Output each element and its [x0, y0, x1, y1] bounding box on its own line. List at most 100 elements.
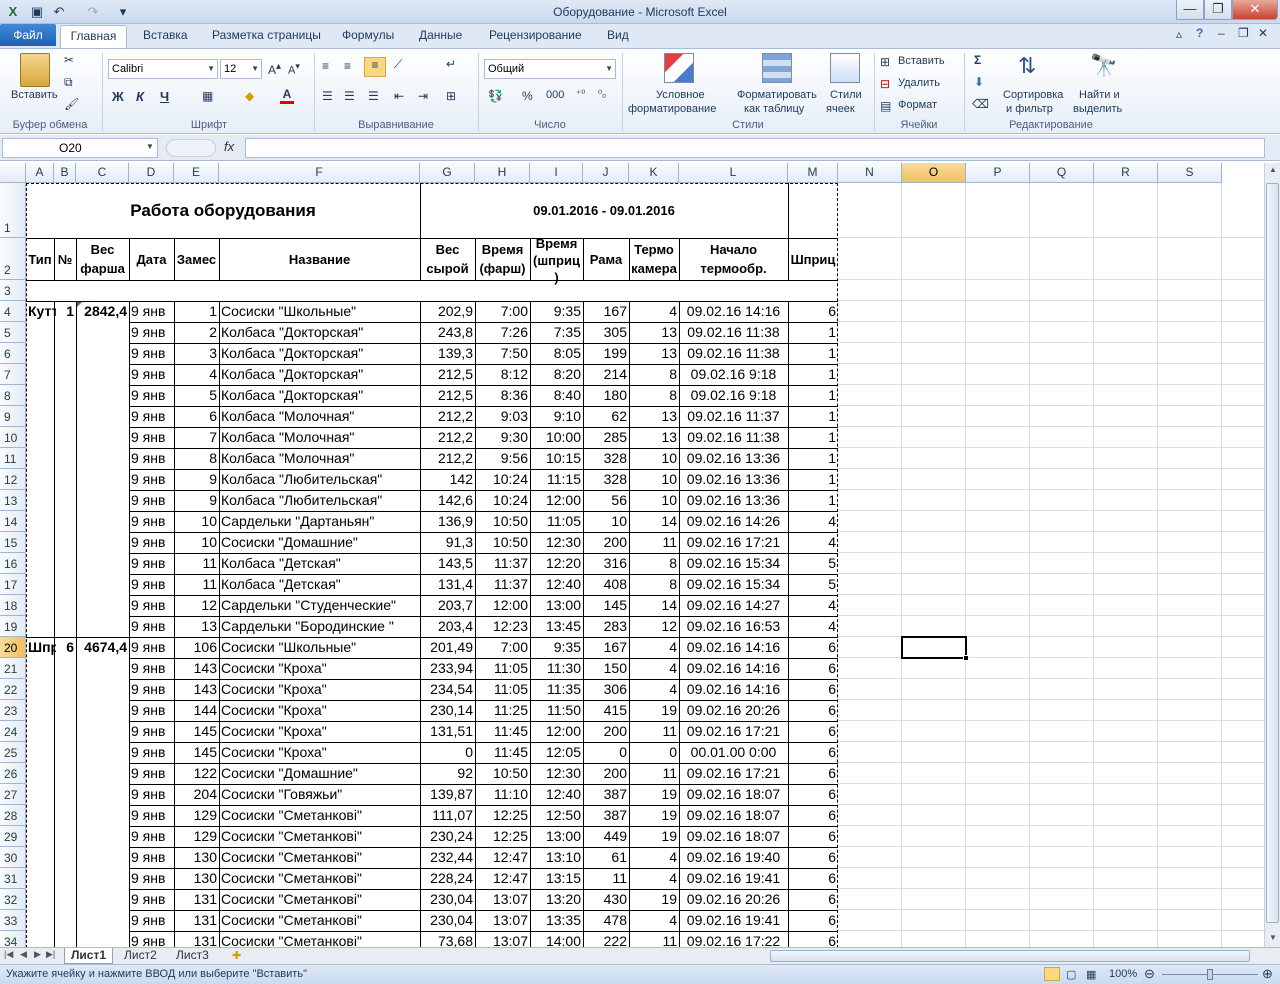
table-cell[interactable]: 13 — [629, 322, 679, 343]
table-cell[interactable]: 204 — [174, 784, 219, 805]
table-cell[interactable]: 6 — [788, 910, 838, 931]
row-header-29[interactable]: 29 — [0, 826, 26, 847]
table-cell[interactable]: 13:07 — [475, 889, 530, 910]
table-cell[interactable]: 131 — [174, 889, 219, 910]
format-as-table-icon[interactable] — [762, 53, 792, 83]
table-cell[interactable]: 7:35 — [530, 322, 583, 343]
table-cell[interactable]: 12:30 — [530, 763, 583, 784]
table-cell[interactable]: 143 — [174, 679, 219, 700]
column-header-M[interactable]: M — [788, 163, 838, 183]
table-cell[interactable]: 5 — [788, 574, 838, 595]
table-cell[interactable]: 11:37 — [475, 574, 530, 595]
table-cell[interactable]: 09.02.16 14:16 — [679, 637, 788, 658]
table-cell[interactable]: 12:05 — [530, 742, 583, 763]
table-cell[interactable]: 131,51 — [420, 721, 475, 742]
table-cell[interactable]: 4 — [788, 595, 838, 616]
table-cell[interactable]: 13:35 — [530, 910, 583, 931]
table-cell[interactable]: 10 — [629, 490, 679, 511]
insert-sheet-icon[interactable]: ✚ — [232, 949, 241, 962]
table-cell[interactable]: 13:00 — [530, 595, 583, 616]
table-cell[interactable]: 12:30 — [530, 532, 583, 553]
table-cell[interactable]: 180 — [583, 385, 629, 406]
row-header-5[interactable]: 5 — [0, 322, 26, 343]
column-header-I[interactable]: I — [530, 163, 583, 183]
column-header-D[interactable]: D — [129, 163, 174, 183]
table-cell[interactable]: 9 янв — [129, 910, 174, 931]
table-cell[interactable]: 13:45 — [530, 616, 583, 637]
number-format-select[interactable]: Общий ▼ — [484, 59, 616, 79]
table-cell[interactable]: 12:00 — [530, 490, 583, 511]
column-header-G[interactable]: G — [420, 163, 475, 183]
table-cell[interactable]: 6 — [788, 784, 838, 805]
table-cell[interactable]: 9 янв — [129, 574, 174, 595]
table-cell[interactable]: 00.01.00 0:00 — [679, 742, 788, 763]
table-cell[interactable]: 9 янв — [129, 448, 174, 469]
bold-button[interactable]: Ж — [112, 89, 124, 104]
table-cell[interactable]: 6 — [788, 658, 838, 679]
table-cell[interactable]: 12 — [174, 595, 219, 616]
table-cell[interactable]: 12:50 — [530, 805, 583, 826]
table-cell[interactable]: 09.02.16 13:36 — [679, 448, 788, 469]
column-header-S[interactable]: S — [1158, 163, 1222, 183]
table-cell[interactable]: 9 янв — [129, 553, 174, 574]
table-cell[interactable]: Сосиски "Кроха" — [219, 679, 420, 700]
fill-icon[interactable]: ⬇ — [974, 75, 984, 89]
table-cell[interactable]: Колбаса "Молочная" — [219, 427, 420, 448]
table-cell[interactable]: Сардельки "Студенческие" — [219, 595, 420, 616]
table-cell[interactable]: 4 — [788, 511, 838, 532]
table-cell[interactable]: 12:23 — [475, 616, 530, 637]
table-cell[interactable]: 91,3 — [420, 532, 475, 553]
table-cell[interactable]: 12:40 — [530, 784, 583, 805]
column-header-A[interactable]: A — [26, 163, 54, 183]
table-cell[interactable]: 11 — [629, 532, 679, 553]
table-cell[interactable]: 09.02.16 17:21 — [679, 721, 788, 742]
table-cell[interactable]: 13:07 — [475, 931, 530, 947]
vertical-scrollbar[interactable]: ▲ ▼ — [1264, 163, 1280, 947]
table-cell[interactable]: Сосиски "Сметанкові" — [219, 847, 420, 868]
table-cell[interactable]: 09.02.16 19:41 — [679, 910, 788, 931]
zoom-slider-thumb[interactable] — [1207, 969, 1213, 980]
row-header-11[interactable]: 11 — [0, 448, 26, 469]
table-cell[interactable]: 09.02.16 19:40 — [679, 847, 788, 868]
table-cell[interactable]: 14 — [629, 511, 679, 532]
insert-cells-button[interactable]: Вставить — [898, 55, 945, 67]
table-cell[interactable]: 139,3 — [420, 343, 475, 364]
sheet-tab-1[interactable]: Лист1 — [64, 948, 114, 964]
table-cell[interactable]: 9:10 — [530, 406, 583, 427]
row-header-16[interactable]: 16 — [0, 553, 26, 574]
table-cell[interactable]: 9:35 — [530, 301, 583, 322]
table-cell[interactable]: 0 — [629, 742, 679, 763]
table-cell[interactable]: Сардельки "Дартаньян" — [219, 511, 420, 532]
column-header-O[interactable]: O — [902, 163, 966, 183]
doc-close-icon[interactable]: ✕ — [1258, 26, 1268, 40]
column-header-E[interactable]: E — [174, 163, 219, 183]
table-cell[interactable]: 19 — [629, 700, 679, 721]
table-cell[interactable]: 200 — [583, 532, 629, 553]
table-cell[interactable]: 5 — [174, 385, 219, 406]
row-header-26[interactable]: 26 — [0, 763, 26, 784]
table-cell[interactable]: 129 — [174, 805, 219, 826]
row-header-20[interactable]: 20 — [0, 637, 26, 658]
table-cell[interactable]: Колбаса "Любительская" — [219, 490, 420, 511]
row-header-1[interactable]: 1 — [0, 183, 26, 238]
table-cell[interactable]: 09.02.16 13:36 — [679, 469, 788, 490]
grow-font-icon[interactable]: A▴ — [268, 61, 281, 77]
column-header-L[interactable]: L — [679, 163, 788, 183]
help-icon[interactable]: ? — [1196, 26, 1203, 40]
align-left-icon[interactable]: ☰ — [322, 89, 333, 103]
zoom-level[interactable]: 100% — [1109, 968, 1137, 980]
maximize-button[interactable]: ❐ — [1204, 0, 1232, 20]
table-cell[interactable]: 212,2 — [420, 406, 475, 427]
table-cell[interactable]: 12:00 — [475, 595, 530, 616]
table-cell[interactable]: 11:30 — [530, 658, 583, 679]
table-cell[interactable]: 201,49 — [420, 637, 475, 658]
table-cell[interactable]: 12:40 — [530, 574, 583, 595]
table-cell[interactable]: 11:05 — [475, 658, 530, 679]
find-select-icon[interactable]: 🔭 — [1090, 53, 1117, 79]
row-header-10[interactable]: 10 — [0, 427, 26, 448]
table-cell[interactable]: 230,04 — [420, 889, 475, 910]
zoom-out-icon[interactable]: ⊖ — [1144, 966, 1155, 982]
table-cell[interactable]: 10:24 — [475, 469, 530, 490]
table-cell[interactable]: 143,5 — [420, 553, 475, 574]
table-cell[interactable]: 6 — [788, 637, 838, 658]
